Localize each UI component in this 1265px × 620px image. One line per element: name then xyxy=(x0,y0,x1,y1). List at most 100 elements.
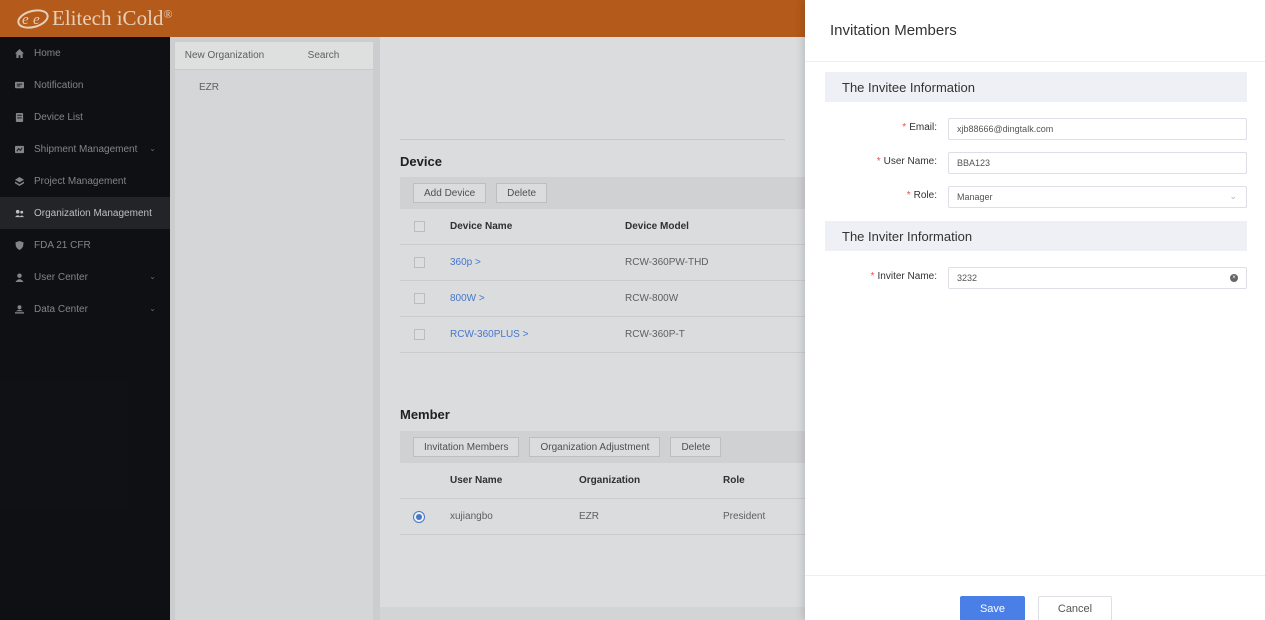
invitee-info-heading: The Invitee Information xyxy=(825,72,1247,102)
role-select-value: Manager xyxy=(957,192,993,202)
data-center-icon xyxy=(15,304,24,314)
main-content: Device Add Device Delete Device Name Dev… xyxy=(380,37,805,620)
device-table: Device Name Device Model 360p > RCW-360P… xyxy=(400,209,805,353)
row-radio-selected[interactable] xyxy=(413,510,425,523)
select-all-checkbox[interactable] xyxy=(414,221,425,232)
user-icon xyxy=(15,272,24,282)
inviter-form-row: * Inviter Name: 3232 × xyxy=(825,267,1247,289)
top-bar: ee Elitech iCold ® xyxy=(0,0,805,37)
role-select[interactable]: Manager ⌄ xyxy=(948,186,1247,208)
sidebar-item-label: Data Center xyxy=(34,303,88,315)
device-name-link[interactable]: 800W > xyxy=(450,293,485,304)
sidebar-item-project-management[interactable]: Project Management xyxy=(0,165,170,197)
row-checkbox[interactable] xyxy=(414,257,425,268)
sidebar-item-home[interactable]: Home xyxy=(0,37,170,69)
organization-adjustment-button[interactable]: Organization Adjustment xyxy=(529,437,661,457)
chevron-down-icon: ⌄ xyxy=(149,272,156,281)
email-label: * Email: xyxy=(902,122,937,133)
column-header-user-name: User Name xyxy=(450,475,503,486)
device-list-icon xyxy=(15,112,24,122)
invitation-drawer: Invitation Members The Invitee Informati… xyxy=(805,0,1265,620)
search-button[interactable]: Search xyxy=(274,42,373,69)
add-device-button[interactable]: Add Device xyxy=(413,183,487,203)
trademark-mark: ® xyxy=(163,7,173,21)
sidebar-item-label: Shipment Management xyxy=(34,143,138,155)
inviter-label: * Inviter Name: xyxy=(871,271,937,282)
column-header-device-model: Device Model xyxy=(625,221,689,232)
sidebar-item-label: Project Management xyxy=(34,175,127,187)
username-field[interactable]: BBA123 xyxy=(948,152,1247,174)
row-checkbox[interactable] xyxy=(414,293,425,304)
username-form-row: * User Name: BBA123 xyxy=(825,152,1247,174)
member-organization: EZR xyxy=(579,511,599,522)
organization-icon xyxy=(15,209,24,217)
chevron-down-icon: ⌄ xyxy=(149,144,156,153)
device-model: RCW-800W xyxy=(625,293,679,304)
required-mark: * xyxy=(870,271,875,282)
sidebar-item-label: Notification xyxy=(34,79,84,91)
organization-detail-card: Device Add Device Delete Device Name Dev… xyxy=(380,37,805,607)
sidebar-item-shipment-management[interactable]: Shipment Management ⌄ xyxy=(0,133,170,165)
clear-icon[interactable]: × xyxy=(1230,274,1238,282)
role-label: * Role: xyxy=(907,190,937,201)
cancel-button[interactable]: Cancel xyxy=(1038,596,1112,620)
sidebar-item-label: Home xyxy=(34,47,61,59)
required-mark: * xyxy=(906,190,911,201)
device-model: RCW-360P-T xyxy=(625,329,685,340)
sidebar-item-user-center[interactable]: User Center ⌄ xyxy=(0,261,170,293)
sidebar-item-data-center[interactable]: Data Center ⌄ xyxy=(0,293,170,325)
device-toolbar: Add Device Delete xyxy=(400,177,805,209)
table-row: RCW-360PLUS > RCW-360P-T xyxy=(400,317,805,353)
column-header-organization: Organization xyxy=(579,475,641,486)
brand-logo[interactable]: ee Elitech iCold ® xyxy=(16,6,173,31)
row-checkbox[interactable] xyxy=(414,329,425,340)
chevron-down-icon: ⌄ xyxy=(1229,191,1237,201)
inviter-name-value: 3232 xyxy=(957,273,978,283)
organization-tree-item[interactable]: EZR xyxy=(175,70,373,93)
sidebar-item-label: Device List xyxy=(34,111,83,123)
organization-panel: New Organization Search EZR xyxy=(170,37,380,620)
sidebar-item-device-list[interactable]: Device List xyxy=(0,101,170,133)
svg-text:e: e xyxy=(22,12,29,28)
sidebar-item-label: FDA 21 CFR xyxy=(34,239,91,251)
role-form-row: * Role: Manager ⌄ xyxy=(825,186,1247,208)
device-section-title: Device xyxy=(400,154,442,169)
member-role: President xyxy=(723,511,766,522)
delete-member-button[interactable]: Delete xyxy=(670,437,722,457)
organization-header xyxy=(400,37,785,140)
device-name-link[interactable]: 360p > xyxy=(450,257,481,268)
member-user-name: xujiangbo xyxy=(450,511,493,522)
delete-device-button[interactable]: Delete xyxy=(496,183,548,203)
inviter-name-field[interactable]: 3232 × xyxy=(948,267,1247,289)
required-mark: * xyxy=(902,122,907,133)
table-row: 800W > RCW-800W xyxy=(400,281,805,317)
table-row: xujiangbo EZR President xyxy=(400,499,805,535)
save-button[interactable]: Save xyxy=(960,596,1025,620)
drawer-title: Invitation Members xyxy=(805,0,1265,62)
member-table: User Name Organization Role xujiangbo EZ… xyxy=(400,463,805,535)
device-name-link[interactable]: RCW-360PLUS > xyxy=(450,329,528,340)
member-toolbar: Invitation Members Organization Adjustme… xyxy=(400,431,805,463)
sidebar-item-organization-management[interactable]: Organization Management xyxy=(0,197,170,229)
drawer-footer: Save Cancel xyxy=(805,575,1265,620)
username-label: * User Name: xyxy=(877,156,937,167)
email-form-row: * Email: xjb88666@dingtalk.com xyxy=(825,118,1247,140)
sidebar-item-fda-21-cfr[interactable]: FDA 21 CFR xyxy=(0,229,170,261)
required-mark: * xyxy=(876,156,881,167)
elitech-logo-icon: ee xyxy=(16,8,50,29)
column-header-role: Role xyxy=(723,475,745,486)
brand-name: Elitech iCold xyxy=(52,6,164,30)
shipment-icon xyxy=(15,145,24,153)
email-field[interactable]: xjb88666@dingtalk.com xyxy=(948,118,1247,140)
inviter-info-heading: The Inviter Information xyxy=(825,221,1247,251)
sidebar-item-notification[interactable]: Notification xyxy=(0,69,170,101)
sidebar-item-label: User Center xyxy=(34,271,88,283)
new-organization-button[interactable]: New Organization xyxy=(175,42,274,69)
table-header-row: Device Name Device Model xyxy=(400,209,805,245)
invitation-members-button[interactable]: Invitation Members xyxy=(413,437,520,457)
sidebar-item-label: Organization Management xyxy=(34,207,152,219)
role-label-text: Role: xyxy=(913,190,937,201)
chevron-down-icon: ⌄ xyxy=(149,304,156,313)
sidebar: Home Notification Device List Shipment M… xyxy=(0,37,170,620)
project-icon xyxy=(15,176,24,186)
